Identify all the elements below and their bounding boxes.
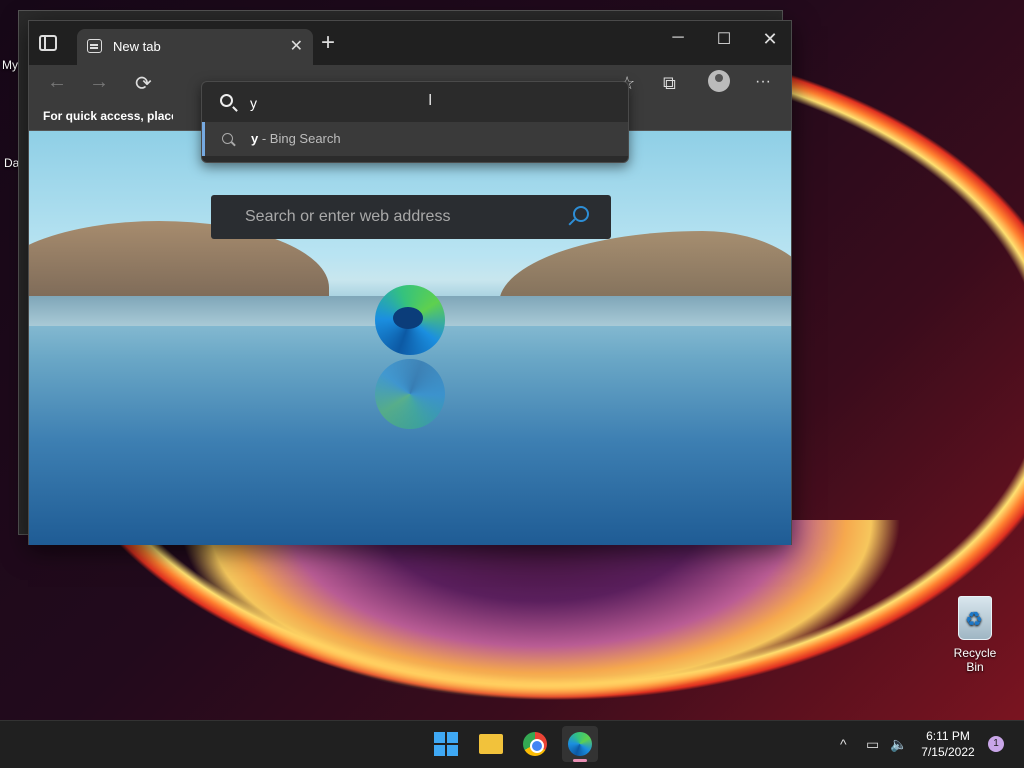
file-explorer-icon[interactable] [479,734,503,754]
maximize-button[interactable]: ☐ [709,29,739,49]
more-menu-icon[interactable]: ··· [755,73,771,91]
new-tab-button[interactable]: + [321,31,335,55]
tab-actions-icon[interactable] [39,35,57,51]
minimize-button[interactable]: ─ [663,29,693,47]
recycle-bin-desktop-icon[interactable]: Recycle Bin [944,596,1006,674]
page-search-input[interactable] [211,195,571,239]
notification-badge[interactable]: 1 [988,736,1004,752]
tab-close-button[interactable]: ✕ [290,36,303,56]
search-icon [222,133,233,144]
edge-icon [568,732,592,756]
system-clock[interactable]: 6:11 PM 7/15/2022 [916,728,980,760]
profile-avatar[interactable] [708,70,730,92]
close-window-button[interactable]: ✕ [755,29,785,50]
suggestion-item[interactable]: y - Bing Search [202,122,628,156]
address-bar-dropdown: I y - Bing Search [201,81,629,163]
edge-logo-icon [375,285,445,355]
active-app-indicator [573,759,587,762]
edge-browser-window: New tab ✕ + ─ ☐ ✕ ← → ⟳ ☆ ⧉ ··· For quic… [28,20,792,545]
forward-button[interactable]: → [89,71,109,94]
clock-time: 6:11 PM [926,729,970,743]
address-input[interactable] [250,92,590,114]
new-tab-page-icon [87,39,102,53]
search-icon [220,94,233,107]
bookmarks-hint-text: For quick access, place y [43,109,173,123]
collections-icon[interactable]: ⧉ [663,73,676,94]
tab-new-tab[interactable]: New tab ✕ [77,29,313,65]
start-button-icon[interactable] [434,732,458,756]
show-hidden-icons-chevron-icon[interactable]: ^ [840,736,847,752]
back-button[interactable]: ← [47,71,67,94]
chrome-icon[interactable] [523,732,547,756]
recycle-bin-label: Recycle Bin [953,646,997,674]
edge-logo-reflection [375,359,445,429]
new-tab-page-content [29,131,791,545]
tab-title: New tab [113,39,161,54]
desktop-icon-label-my[interactable]: My [2,58,18,72]
recycle-bin-icon [958,596,992,640]
volume-icon[interactable]: 🔈 [890,736,907,753]
clock-date: 7/15/2022 [921,745,975,759]
page-search-box[interactable] [211,195,611,239]
search-icon[interactable] [573,206,589,222]
edge-taskbar-button[interactable] [562,726,598,762]
text-cursor-icon: I [428,92,433,109]
browser-titlebar[interactable]: New tab ✕ + ─ ☐ ✕ [29,21,791,65]
suggestion-provider: - Bing Search [258,131,341,146]
network-icon[interactable]: ▭ [866,736,879,753]
suggestion-text: y - Bing Search [251,131,341,146]
refresh-button[interactable]: ⟳ [135,71,152,96]
address-bar[interactable]: I [202,82,628,122]
